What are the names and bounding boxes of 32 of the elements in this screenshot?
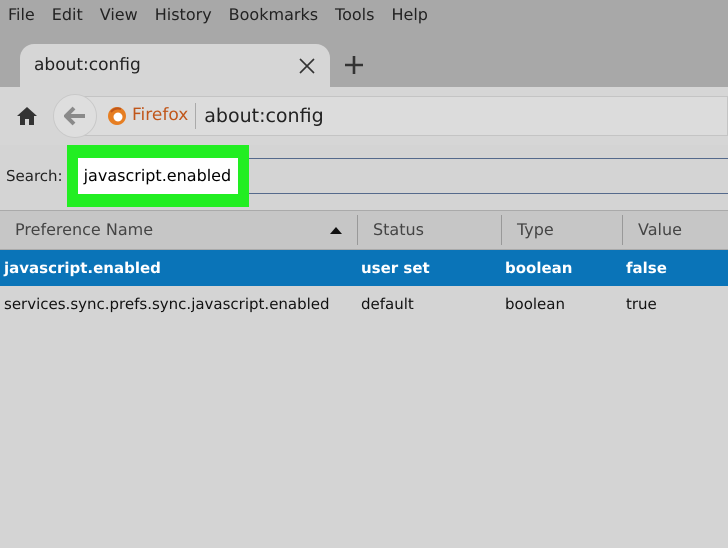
menu-item[interactable]: Bookmarks [228,3,318,27]
table-cell-text: services.sync.prefs.sync.javascript.enabled [3,294,331,315]
table-cell-text: javascript.enabled [2,258,162,279]
table-row[interactable]: javascript.enabled user set boolean false [0,250,728,286]
table-row[interactable]: services.sync.prefs.sync.javascript.enabled default boolean true [0,286,728,322]
browser-tab[interactable]: about:config [20,44,330,87]
home-icon[interactable] [16,106,38,126]
close-icon[interactable] [298,56,316,74]
plus-icon[interactable] [344,55,364,75]
column-header[interactable]: Type [502,215,623,245]
table-cell-text: false [625,258,668,279]
identity-label: Firefox [132,103,196,129]
back-button[interactable] [53,94,97,138]
menu-item[interactable]: History [154,3,212,27]
table-cell-text: true [625,294,658,315]
column-header[interactable]: Value [623,215,728,245]
table-cell-text: boolean [504,294,566,315]
column-header[interactable]: Status [358,215,502,245]
address-field[interactable]: about:config [204,102,324,130]
search-field[interactable]: javascript.enabled [78,158,238,194]
menu-item[interactable]: View [100,3,138,27]
column-header[interactable]: Preference Name [0,215,358,245]
table-cell-text: user set [360,258,431,279]
menu-item[interactable]: Help [391,3,428,27]
search-label: Search: [6,166,63,187]
table-cell-text: default [360,294,415,315]
menu-item[interactable]: File [8,3,35,27]
table-cell-text: boolean [504,258,574,279]
back-arrow-icon [64,106,86,126]
menu-item[interactable]: Edit [52,3,83,27]
fox-logo-icon [107,106,127,126]
menu-item[interactable]: Tools [335,3,374,27]
